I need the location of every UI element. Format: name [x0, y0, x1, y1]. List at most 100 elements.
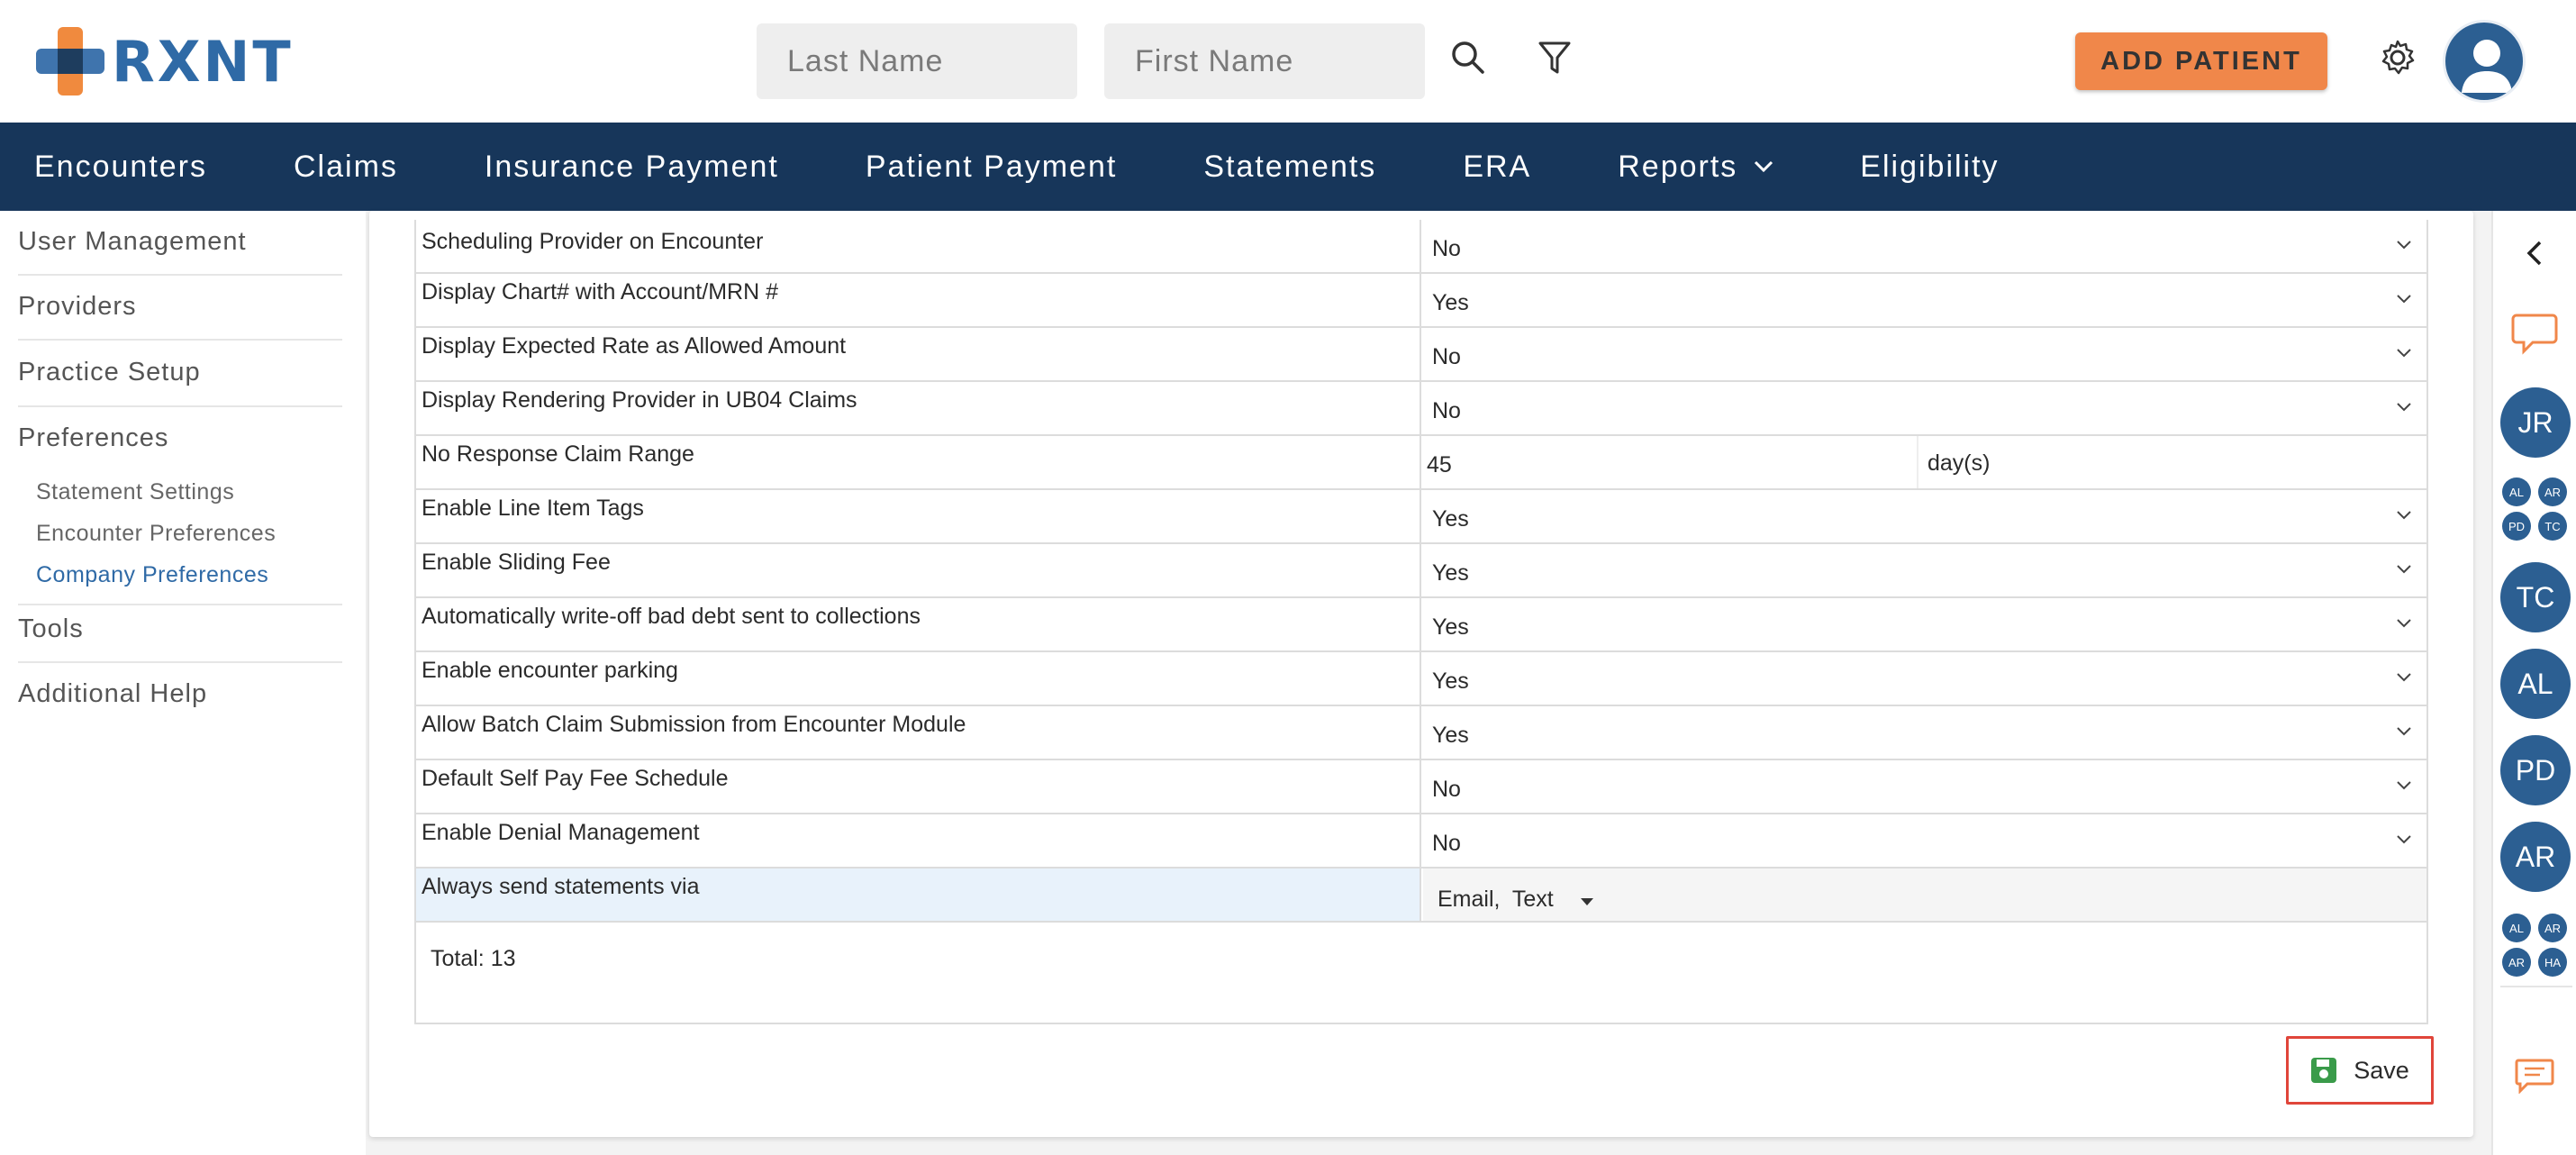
row-label: Display Expected Rate as Allowed Amount [416, 328, 1421, 380]
table-row: Automatically write-off bad debt sent to… [416, 598, 2426, 652]
row-select[interactable]: No [1423, 382, 2426, 434]
divider [18, 405, 342, 407]
table-row: Allow Batch Claim Submission from Encoun… [416, 706, 2426, 760]
table-row: Display Rendering Provider in UB04 Claim… [416, 382, 2426, 436]
row-select[interactable]: Yes [1423, 706, 2426, 759]
row-select[interactable]: No [1423, 814, 2426, 867]
save-button[interactable]: Save [2286, 1036, 2434, 1105]
nav-insurance-payment[interactable]: Insurance Payment [450, 150, 779, 185]
row-value: Yes [1432, 560, 1469, 586]
row-value: Yes [1432, 614, 1469, 640]
user-bubble[interactable]: AR [2500, 822, 2571, 892]
row-value: No [1432, 398, 1461, 423]
chevron-down-icon [2397, 403, 2411, 412]
row-label: Display Rendering Provider in UB04 Claim… [416, 382, 1421, 434]
row-select[interactable]: No [1423, 220, 2426, 272]
divider [2500, 986, 2572, 987]
sidebar-sub-encounter-preferences[interactable]: Encounter Preferences [36, 521, 276, 547]
statements-via-multiselect[interactable]: Email, Text [1423, 869, 2426, 921]
divider [18, 274, 342, 276]
user-bubble-small[interactable]: AL [2502, 914, 2531, 942]
row-label: Enable Sliding Fee [416, 544, 1421, 596]
user-avatar-icon[interactable] [2443, 20, 2526, 103]
chevron-down-icon [2397, 565, 2411, 574]
last-name-input[interactable] [757, 23, 1077, 99]
nav-statements[interactable]: Statements [1169, 150, 1376, 185]
row-value: 45 [1427, 452, 1452, 477]
table-row: Enable encounter parking Yes [416, 652, 2426, 706]
rxnt-logo[interactable]: RXNT [36, 27, 294, 95]
nav-claims[interactable]: Claims [259, 150, 398, 185]
user-bubble[interactable]: TC [2500, 562, 2571, 632]
row-select[interactable]: Yes [1423, 598, 2426, 650]
row-label: Default Self Pay Fee Schedule [416, 760, 1421, 813]
sidebar-sub-statement-settings[interactable]: Statement Settings [36, 479, 234, 505]
nav-eligibility[interactable]: Eligibility [1826, 150, 1999, 185]
nav-era[interactable]: ERA [1429, 150, 1531, 185]
sidebar-item-practice-setup[interactable]: Practice Setup [18, 358, 342, 387]
row-label: Always send statements via [416, 869, 1421, 921]
gear-icon[interactable] [2376, 36, 2419, 79]
search-icon[interactable] [1447, 36, 1490, 79]
caret-down-icon [1580, 898, 1593, 905]
row-select[interactable]: Yes [1423, 490, 2426, 542]
table-row: Enable Sliding Fee Yes [416, 544, 2426, 598]
user-bubble-small[interactable]: PD [2502, 512, 2531, 541]
nav-patient-payment[interactable]: Patient Payment [831, 150, 1117, 185]
user-bubble-small[interactable]: AL [2502, 477, 2531, 506]
table-row: Display Expected Rate as Allowed Amount … [416, 328, 2426, 382]
chevron-down-icon [2397, 727, 2411, 736]
user-bubble-small[interactable]: HA [2538, 948, 2567, 977]
table-row: No Response Claim Range 45 day(s) [416, 436, 2426, 490]
chevron-down-icon [2397, 673, 2411, 682]
collapse-chevron-left-icon[interactable] [2524, 240, 2545, 267]
divider [1917, 436, 1918, 488]
row-label: No Response Claim Range [416, 436, 1421, 488]
save-label: Save [2354, 1056, 2409, 1084]
row-select[interactable]: No [1423, 760, 2426, 813]
row-value: No [1432, 777, 1461, 802]
user-bubble[interactable]: AL [2500, 649, 2571, 719]
table-row: Display Chart# with Account/MRN # Yes [416, 274, 2426, 328]
sidebar-sub-company-preferences[interactable]: Company Preferences [36, 562, 268, 588]
table-row: Scheduling Provider on Encounter No [416, 220, 2426, 274]
chevron-down-icon [2397, 349, 2411, 358]
row-select[interactable]: Yes [1423, 274, 2426, 326]
user-bubble-small[interactable]: TC [2538, 512, 2567, 541]
nav-reports-label: Reports [1618, 149, 1738, 184]
chevron-down-icon [2397, 835, 2411, 844]
chevron-down-icon [2397, 295, 2411, 304]
row-select[interactable]: No [1423, 328, 2426, 380]
days-unit-label: day(s) [1927, 450, 1991, 476]
row-label: Enable Denial Management [416, 814, 1421, 867]
add-patient-button[interactable]: ADD PATIENT [2075, 32, 2327, 90]
logo-cross-icon [36, 27, 104, 95]
row-value: No [1432, 236, 1461, 261]
first-name-input[interactable] [1104, 23, 1425, 99]
sidebar-item-tools[interactable]: Tools [18, 614, 342, 644]
user-bubble-small[interactable]: AR [2538, 914, 2567, 942]
user-bubble-small[interactable]: AR [2538, 477, 2567, 506]
message-icon[interactable] [2515, 1058, 2554, 1094]
right-rail: JR AL AR PD TC TC AL PD AR AL AR AR HA [2491, 211, 2576, 1155]
row-label: Scheduling Provider on Encounter [416, 220, 1421, 272]
user-bubble[interactable]: PD [2500, 735, 2571, 805]
row-select[interactable]: Yes [1423, 544, 2426, 596]
row-value: Yes [1432, 668, 1469, 694]
sidebar-item-additional-help[interactable]: Additional Help [18, 679, 342, 709]
nav-encounters[interactable]: Encounters [0, 150, 207, 185]
row-select[interactable]: Yes [1423, 652, 2426, 705]
nav-reports[interactable]: Reports [1583, 150, 1773, 185]
sidebar-item-preferences[interactable]: Preferences [18, 423, 342, 453]
sidebar-item-user-management[interactable]: User Management [18, 227, 342, 257]
row-value: No [1432, 831, 1461, 856]
table-row: Always send statements via Email, Text [416, 869, 2426, 923]
filter-icon[interactable] [1533, 36, 1576, 79]
sidebar-item-providers[interactable]: Providers [18, 292, 342, 322]
user-bubble-small[interactable]: AR [2502, 948, 2531, 977]
row-label: Allow Batch Claim Submission from Encoun… [416, 706, 1421, 759]
user-bubble[interactable]: JR [2500, 387, 2571, 458]
chat-bubble-icon[interactable] [2511, 312, 2558, 355]
preferences-table: Scheduling Provider on Encounter No Disp… [414, 220, 2428, 1024]
claim-range-input[interactable]: 45 day(s) [1423, 436, 2426, 488]
